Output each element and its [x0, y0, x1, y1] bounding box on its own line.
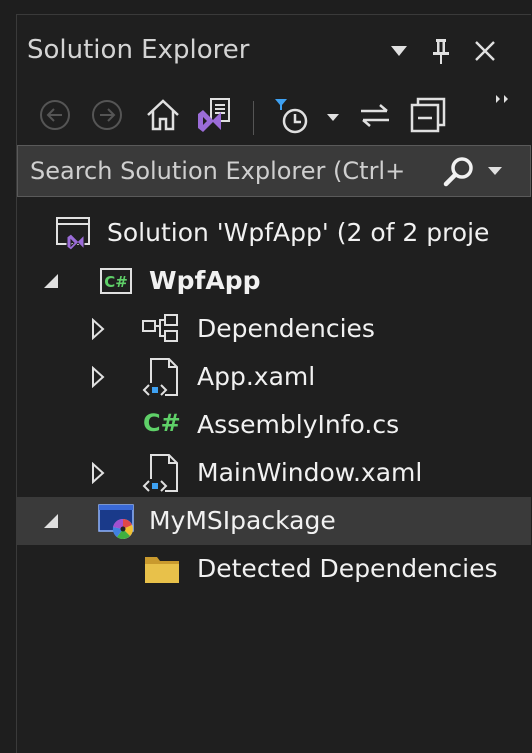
search-button[interactable] [442, 155, 476, 189]
expanded-arrow-icon[interactable] [43, 273, 59, 289]
xaml-file-icon [142, 454, 178, 493]
pin-icon [433, 39, 449, 64]
search-box[interactable]: Search Solution Explorer (Ctrl+ [17, 145, 531, 197]
chevron-down-icon [488, 167, 502, 175]
dependencies-icon [142, 314, 178, 342]
tree-item-mainwindow-xaml[interactable]: MainWindow.xaml [17, 449, 531, 497]
tree-item-label: WpfApp [149, 266, 261, 295]
svg-text:C#: C# [104, 273, 128, 291]
tree-item-label: MyMSIpackage [149, 506, 336, 535]
panel-title: Solution Explorer [27, 35, 250, 65]
pin-button[interactable] [425, 35, 457, 67]
sync-with-document-button[interactable] [355, 87, 395, 143]
collapsed-arrow-icon[interactable] [91, 318, 105, 340]
collapse-all-icon [410, 97, 446, 133]
triangle-down-icon [391, 46, 407, 56]
toolbar-separator [253, 101, 254, 135]
switch-views-button[interactable] [193, 87, 239, 143]
solution-icon [56, 217, 90, 251]
panel-toolbar [17, 87, 531, 143]
toolbar-overflow-button[interactable] [491, 71, 515, 127]
tree-item-label: Detected Dependencies [197, 554, 498, 583]
folder-icon [145, 557, 179, 583]
xaml-file-icon [142, 358, 178, 397]
search-input[interactable]: Search Solution Explorer (Ctrl+ [30, 157, 430, 185]
csharp-project-icon: C# [100, 268, 132, 294]
overflow-icon [496, 95, 508, 103]
tree-item-assemblyinfo[interactable]: C# AssemblyInfo.cs [17, 401, 531, 449]
collapse-all-button[interactable] [405, 87, 451, 143]
home-icon [147, 99, 179, 131]
tree-item-label: MainWindow.xaml [197, 458, 423, 487]
tree-item-label: AssemblyInfo.cs [197, 410, 400, 439]
home-button[interactable] [143, 87, 183, 143]
window-position-dropdown-button[interactable] [385, 37, 413, 65]
tree-item-label: App.xaml [197, 362, 316, 391]
vs-switch-views-icon [198, 98, 230, 132]
forward-button[interactable] [87, 87, 127, 143]
tree-item-dependencies[interactable]: Dependencies [17, 305, 531, 353]
close-button[interactable] [469, 35, 501, 67]
pending-changes-filter-button[interactable] [269, 87, 349, 143]
csharp-file-icon: C# [143, 409, 181, 437]
back-button[interactable] [35, 87, 75, 143]
collapsed-arrow-icon[interactable] [91, 366, 105, 388]
tree-item-app-xaml[interactable]: App.xaml [17, 353, 531, 401]
tree-item-label: Dependencies [197, 314, 375, 343]
search-icon [443, 157, 473, 187]
search-options-button[interactable] [486, 162, 510, 182]
forward-icon [92, 100, 122, 130]
solution-explorer-panel: Solution Explorer Search Solution Explor… [16, 14, 531, 753]
installer-project-icon [98, 504, 134, 539]
pending-changes-filter-icon [275, 99, 339, 134]
tree-item-mymsipackage[interactable]: MyMSIpackage [17, 497, 531, 545]
panel-titlebar: Solution Explorer [17, 15, 531, 87]
back-icon [40, 100, 70, 130]
tree-item-label: Solution 'WpfApp' (2 of 2 proje [107, 218, 490, 247]
tree-item-wpfapp[interactable]: C# WpfApp [17, 257, 531, 305]
tree-item-detected-dependencies[interactable]: Detected Dependencies [17, 545, 531, 593]
sync-with-document-icon [361, 104, 389, 127]
close-icon [475, 41, 495, 61]
collapsed-arrow-icon[interactable] [91, 462, 105, 484]
tree-item-solution[interactable]: Solution 'WpfApp' (2 of 2 proje [17, 209, 531, 257]
expanded-arrow-icon[interactable] [43, 513, 59, 529]
